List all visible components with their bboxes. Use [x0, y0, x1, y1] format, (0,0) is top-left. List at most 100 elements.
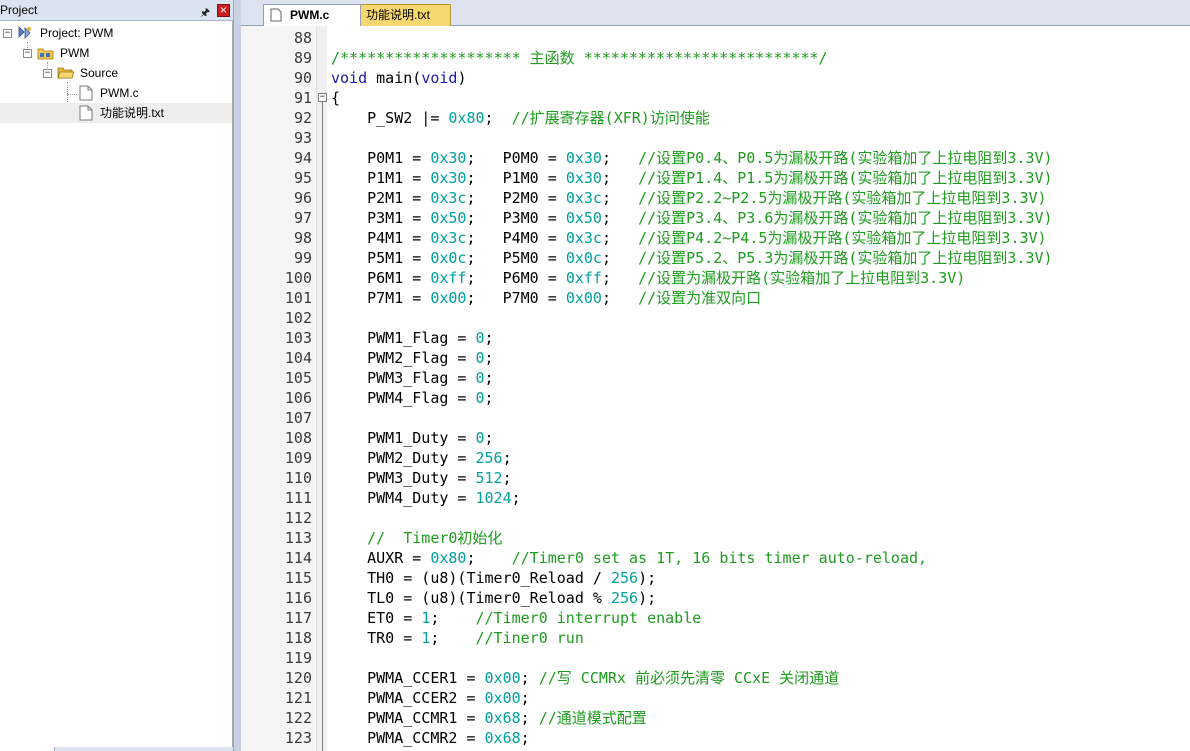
code-line[interactable]: PWMA_CCER1 = 0x00; //写 CCMRx 前必须先清零 CCxE…: [331, 668, 839, 688]
code-line[interactable]: PWM4_Flag = 0;: [331, 388, 493, 408]
code-line[interactable]: /******************** 主函数 **************…: [331, 48, 828, 68]
code-line[interactable]: P1M1 = 0x30; P1M0 = 0x30; //设置P1.4、P1.5为…: [331, 168, 1052, 188]
code-line[interactable]: PWM1_Flag = 0;: [331, 328, 493, 348]
line-number: 96: [293, 189, 312, 207]
line-number: 101: [284, 289, 312, 307]
project-panel-footer: [0, 747, 233, 751]
project-panel-title: Project: [0, 3, 38, 17]
line-number: 92: [293, 109, 312, 127]
code-line[interactable]: ET0 = 1; //Timer0 interrupt enable: [331, 608, 701, 628]
line-number: 122: [284, 709, 312, 727]
code-line[interactable]: // Timer0初始化: [331, 528, 502, 548]
tree-label: Source: [80, 66, 119, 80]
code-line[interactable]: PWM2_Flag = 0;: [331, 348, 493, 368]
line-number-gutter: 88 89 90 91 92 93 94 95 96 97 98 99 100 101 102 103 104 1…: [241, 26, 317, 751]
collapse-icon[interactable]: −: [43, 69, 52, 78]
file-icon: [270, 8, 282, 22]
close-icon[interactable]: ×: [217, 4, 230, 17]
folder-open-icon: [57, 67, 75, 79]
code-line[interactable]: {: [331, 88, 340, 108]
code-line[interactable]: P6M1 = 0xff; P6M0 = 0xff; //设置为漏极开路(实验箱加…: [331, 268, 965, 288]
line-number: 95: [293, 169, 312, 187]
editor-tab-bar: 功能说明.txt PWM.c: [241, 0, 1190, 26]
line-number: 90: [293, 69, 312, 87]
code-line[interactable]: AUXR = 0x80; //Timer0 set as 1T, 16 bits…: [331, 548, 927, 568]
code-line[interactable]: TL0 = (u8)(Timer0_Reload % 256);: [331, 588, 656, 608]
target-folder-icon: [37, 48, 54, 60]
line-number: 104: [284, 349, 312, 367]
line-number: 103: [284, 329, 312, 347]
code-line[interactable]: P5M1 = 0x0c; P5M0 = 0x0c; //设置P5.2、P5.3为…: [331, 248, 1052, 268]
line-number: 109: [284, 449, 312, 467]
line-number: 118: [284, 629, 312, 647]
code-line[interactable]: PWM3_Duty = 512;: [331, 468, 512, 488]
line-number: 105: [284, 369, 312, 387]
code-line[interactable]: P7M1 = 0x00; P7M0 = 0x00; //设置为准双向口: [331, 288, 761, 308]
code-line[interactable]: PWM2_Duty = 256;: [331, 448, 512, 468]
tree-item-file-func-txt[interactable]: 功能说明.txt: [0, 103, 232, 123]
line-number: 102: [284, 309, 312, 327]
tree-item-file-pwm-c[interactable]: PWM.c: [0, 83, 232, 103]
code-line[interactable]: P2M1 = 0x3c; P2M0 = 0x3c; //设置P2.2~P2.5为…: [331, 188, 1046, 208]
fold-collapse-icon[interactable]: −: [318, 93, 327, 102]
tab-pwm-c[interactable]: PWM.c: [263, 4, 361, 26]
tree-label: PWM: [60, 46, 90, 60]
tree-label: 功能说明.txt: [100, 106, 165, 120]
line-number: 117: [284, 609, 312, 627]
project-icon: [18, 26, 31, 39]
line-number: 107: [284, 409, 312, 427]
panel-splitter[interactable]: [233, 0, 241, 751]
line-number: 89: [293, 49, 312, 67]
code-line[interactable]: PWMA_CCMR2 = 0x68;: [331, 728, 530, 748]
line-number: 120: [284, 669, 312, 687]
file-icon: [79, 105, 93, 121]
line-number: 93: [293, 129, 312, 147]
pin-icon[interactable]: 🖈: [200, 4, 210, 23]
tab-label: 功能说明.txt: [366, 8, 431, 22]
line-number: 100: [284, 269, 312, 287]
line-number: 114: [284, 549, 312, 567]
line-number: 111: [284, 489, 312, 507]
tree-label: PWM.c: [100, 86, 139, 100]
file-icon: [79, 85, 93, 101]
line-number: 97: [293, 209, 312, 227]
code-line[interactable]: PWMA_CCMR1 = 0x68; //通道模式配置: [331, 708, 647, 728]
line-number: 110: [284, 469, 312, 487]
tree-item-target[interactable]: − PWM: [0, 43, 232, 63]
tree-item-source-group[interactable]: − Source: [0, 63, 232, 83]
code-line[interactable]: void main(void): [331, 68, 466, 88]
line-number: 116: [284, 589, 312, 607]
code-line[interactable]: PWM4_Duty = 1024;: [331, 488, 521, 508]
code-line[interactable]: TH0 = (u8)(Timer0_Reload / 256);: [331, 568, 656, 588]
code-editor[interactable]: 88 89 90 91 92 93 94 95 96 97 98 99 100 101 102 103 104 1…: [241, 26, 1190, 751]
line-number: 121: [284, 689, 312, 707]
code-line[interactable]: P3M1 = 0x50; P3M0 = 0x50; //设置P3.4、P3.6为…: [331, 208, 1052, 228]
collapse-icon[interactable]: −: [23, 49, 32, 58]
project-panel-header: Project 🖈 ×: [0, 0, 233, 21]
line-number: 112: [284, 509, 312, 527]
code-line[interactable]: P4M1 = 0x3c; P4M0 = 0x3c; //设置P4.2~P4.5为…: [331, 228, 1046, 248]
tree-item-project[interactable]: − Project: PWM: [0, 23, 232, 43]
code-line[interactable]: PWM1_Duty = 0;: [331, 428, 493, 448]
tree-label: Project: PWM: [40, 26, 114, 40]
line-number: 113: [284, 529, 312, 547]
project-panel-footer-tab[interactable]: [0, 747, 55, 751]
line-number: 99: [293, 249, 312, 267]
line-number: 119: [284, 649, 312, 667]
line-number: 108: [284, 429, 312, 447]
code-line[interactable]: P0M1 = 0x30; P0M0 = 0x30; //设置P0.4、P0.5为…: [331, 148, 1052, 168]
line-number: 88: [293, 29, 312, 47]
code-line[interactable]: P_SW2 |= 0x80; //扩展寄存器(XFR)访问使能: [331, 108, 710, 128]
fold-guide-line: [322, 102, 323, 751]
line-number: 115: [284, 569, 312, 587]
line-number: 98: [293, 229, 312, 247]
tab-label: PWM.c: [290, 8, 330, 22]
collapse-icon[interactable]: −: [3, 29, 12, 38]
code-line[interactable]: PWM3_Flag = 0;: [331, 368, 493, 388]
project-panel: Project 🖈 × − Project: PWM − PWM − Sourc…: [0, 0, 233, 751]
line-number: 94: [293, 149, 312, 167]
code-line[interactable]: TR0 = 1; //Tiner0 run: [331, 628, 584, 648]
line-number: 123: [284, 729, 312, 747]
code-line[interactable]: PWMA_CCER2 = 0x00;: [331, 688, 530, 708]
line-number: 91: [293, 89, 312, 107]
